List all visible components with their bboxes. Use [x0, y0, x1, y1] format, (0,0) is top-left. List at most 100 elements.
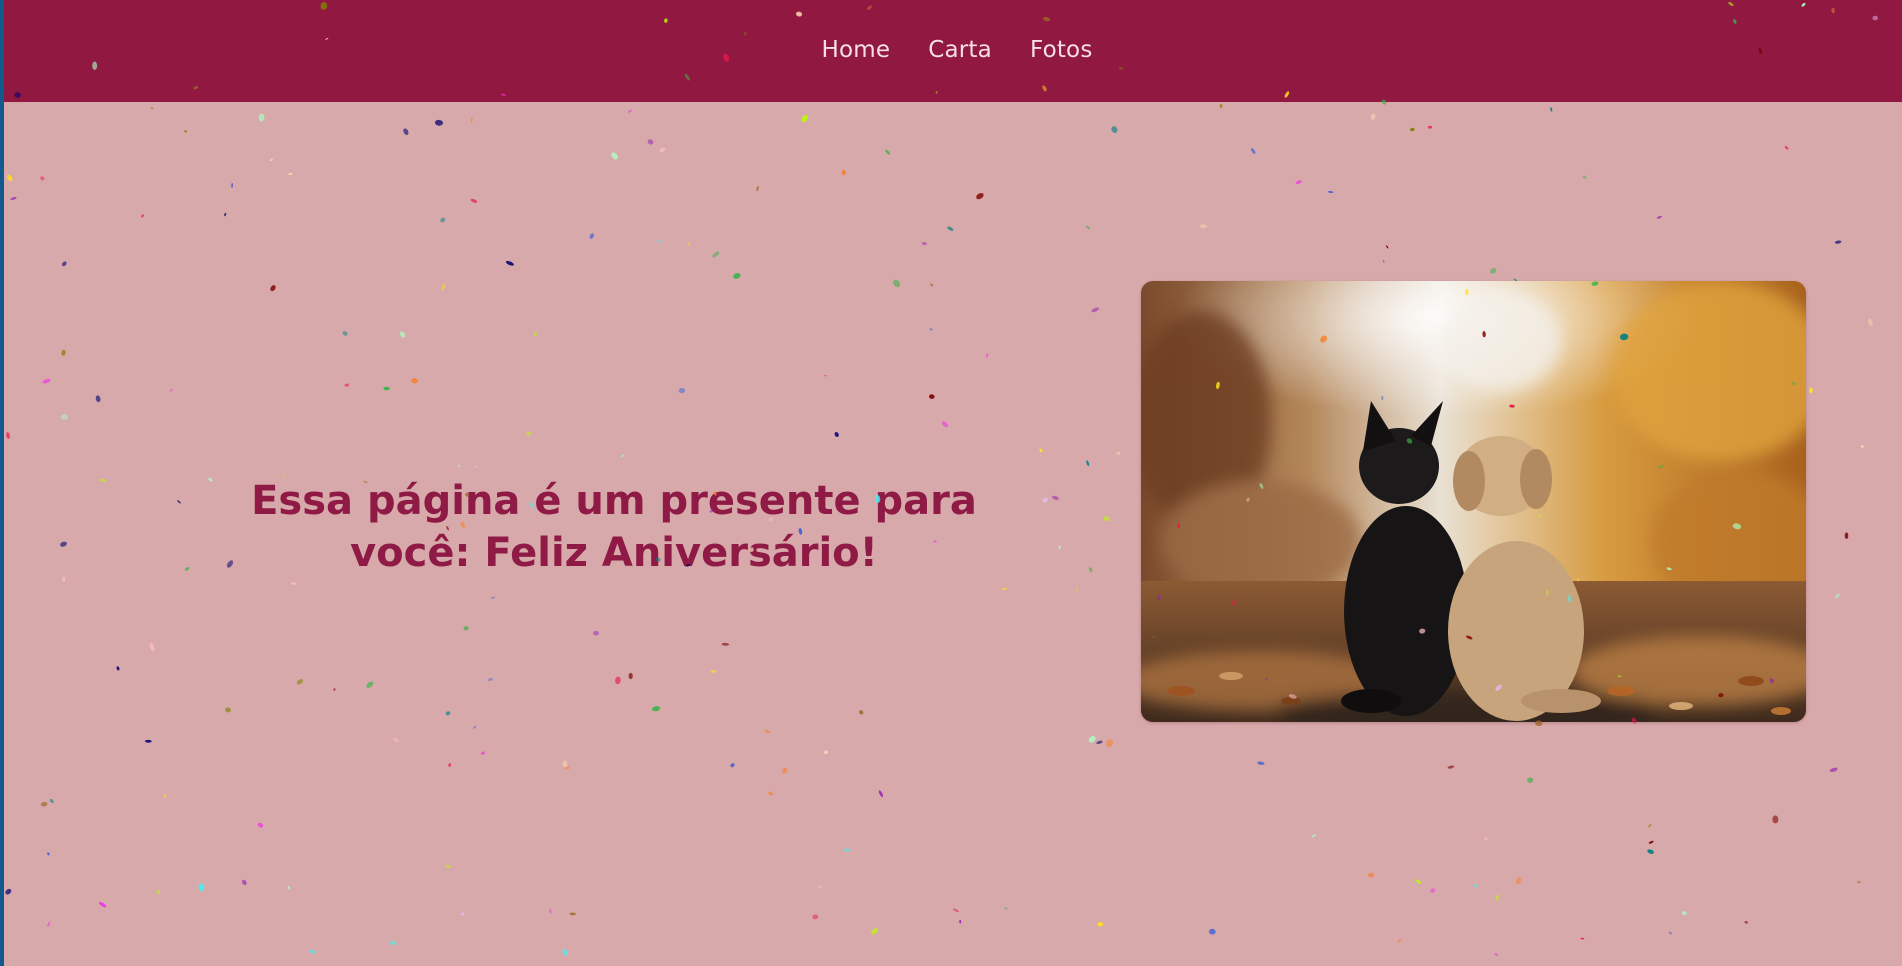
confetti-piece	[344, 383, 350, 387]
confetti-piece	[1857, 880, 1861, 884]
confetti-piece	[42, 378, 51, 384]
confetti-piece	[678, 387, 686, 394]
confetti-piece	[1550, 107, 1553, 112]
confetti-piece	[296, 679, 304, 685]
confetti-piece	[1582, 175, 1587, 179]
confetti-piece	[1386, 245, 1389, 249]
confetti-piece	[309, 949, 316, 954]
confetti-piece	[1088, 735, 1096, 743]
confetti-piece	[480, 751, 486, 755]
confetti-piece	[1494, 953, 1498, 956]
confetti-piece	[1219, 104, 1223, 108]
confetti-piece	[60, 541, 67, 547]
confetti-piece	[156, 890, 161, 895]
confetti-piece	[1088, 567, 1093, 573]
confetti-piece	[549, 908, 552, 914]
nav-link-home[interactable]: Home	[821, 37, 890, 63]
confetti-piece	[1808, 387, 1813, 394]
nav-links: Home Carta Fotos	[821, 37, 1092, 63]
confetti-piece	[1681, 910, 1687, 916]
nav-link-fotos[interactable]: Fotos	[1030, 37, 1093, 63]
confetti-piece	[710, 669, 717, 673]
confetti-piece	[929, 394, 935, 399]
confetti-piece	[411, 378, 418, 384]
confetti-piece	[6, 174, 13, 182]
confetti-piece	[1656, 215, 1662, 219]
confetti-piece	[163, 794, 166, 798]
confetti-piece	[1527, 777, 1534, 783]
confetti-piece	[947, 226, 954, 231]
confetti-piece	[473, 725, 477, 729]
confetti-piece	[47, 921, 51, 927]
confetti-piece	[782, 767, 788, 774]
confetti-piece	[1086, 460, 1090, 467]
confetti-piece	[1844, 532, 1849, 539]
confetti-piece	[440, 217, 446, 223]
confetti-piece	[269, 158, 273, 162]
confetti-piece	[270, 285, 276, 292]
confetti-piece	[1415, 879, 1422, 884]
confetti-piece	[564, 766, 570, 770]
confetti-piece	[61, 261, 67, 267]
confetti-piece	[144, 739, 152, 743]
confetti-piece	[61, 349, 66, 356]
confetti-piece	[1103, 516, 1110, 522]
confetti-piece	[656, 240, 662, 242]
confetti-piece	[721, 642, 730, 646]
confetti-piece	[1327, 190, 1334, 194]
page: Home Carta Fotos Essa página é um presen…	[4, 0, 1902, 966]
confetti-piece	[444, 864, 452, 868]
confetti-piece	[1515, 877, 1522, 885]
confetti-piece	[1311, 833, 1317, 838]
nav-link-carta[interactable]: Carta	[928, 37, 992, 63]
confetti-piece	[1397, 938, 1402, 943]
confetti-piece	[1427, 125, 1433, 129]
confetti-piece	[627, 109, 633, 113]
confetti-piece	[505, 260, 514, 266]
confetti-piece	[1250, 148, 1256, 154]
confetti-piece	[985, 353, 989, 358]
confetti-piece	[930, 283, 934, 287]
confetti-piece	[448, 763, 452, 767]
confetti-piece	[1474, 884, 1478, 888]
confetti-piece	[1648, 840, 1654, 844]
confetti-piece	[712, 251, 720, 258]
confetti-piece	[5, 888, 12, 895]
confetti-piece	[475, 465, 479, 468]
confetti-piece	[843, 848, 851, 852]
confetti-piece	[403, 128, 409, 135]
top-navbar: Home Carta Fotos	[4, 0, 1902, 102]
confetti-piece	[10, 196, 17, 201]
confetti-piece	[40, 176, 45, 181]
confetti-piece	[615, 676, 621, 685]
confetti-piece	[1295, 180, 1302, 185]
confetti-piece	[801, 114, 808, 123]
confetti-piece	[1001, 587, 1007, 590]
confetti-piece	[288, 172, 293, 176]
confetti-piece	[99, 478, 107, 483]
confetti-piece	[441, 283, 446, 291]
confetti-piece	[959, 919, 962, 924]
confetti-piece	[389, 940, 397, 946]
confetti-piece	[824, 374, 827, 377]
confetti-piece	[621, 454, 624, 458]
confetti-piece	[95, 395, 101, 403]
confetti-piece	[141, 214, 144, 218]
confetti-piece	[841, 169, 846, 176]
confetti-piece	[491, 596, 495, 599]
confetti-piece	[651, 706, 661, 712]
confetti-piece	[824, 750, 828, 754]
confetti-piece	[1580, 937, 1585, 940]
confetti-piece	[812, 914, 819, 920]
confetti-piece	[1648, 823, 1652, 828]
confetti-piece	[333, 688, 336, 691]
confetti-piece	[1784, 145, 1789, 150]
confetti-piece	[817, 885, 822, 889]
confetti-piece	[1490, 267, 1497, 274]
confetti-piece	[198, 883, 205, 892]
confetti-piece	[562, 760, 568, 768]
confetti-piece	[593, 630, 599, 636]
confetti-piece	[1368, 872, 1375, 878]
confetti-piece	[1097, 922, 1104, 927]
confetti-piece	[487, 677, 493, 682]
